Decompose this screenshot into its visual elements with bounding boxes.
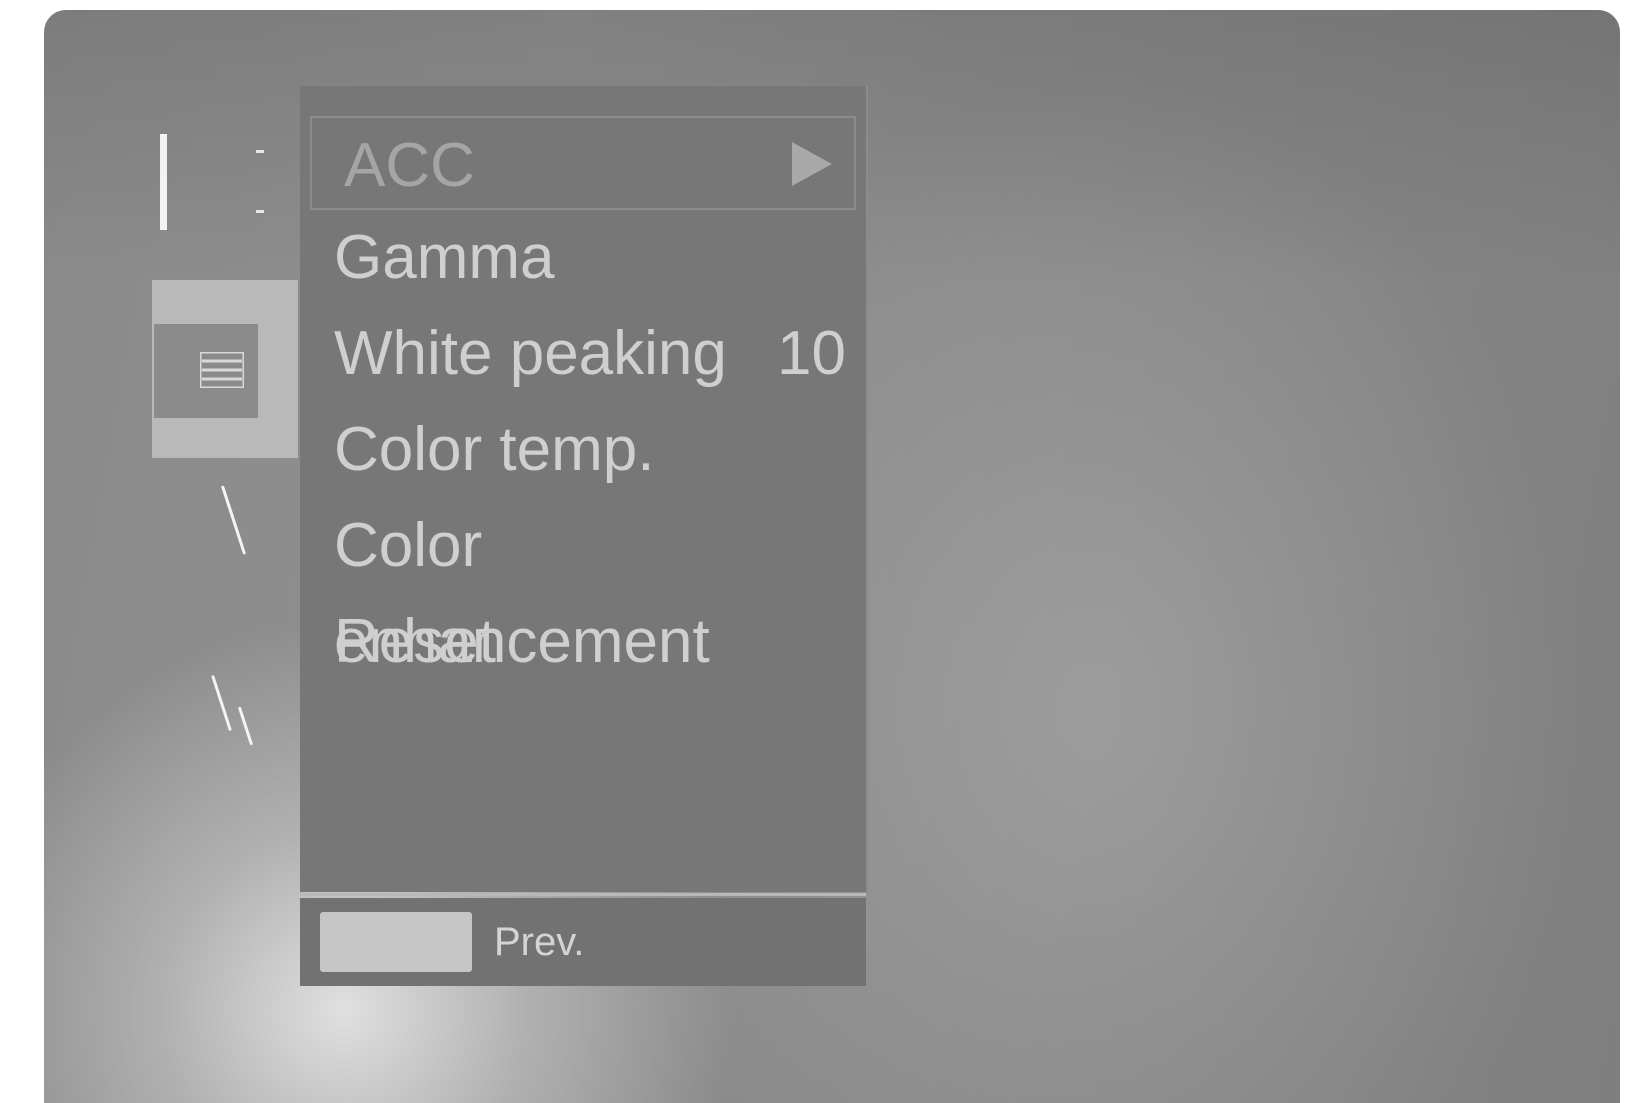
prev-button[interactable] xyxy=(320,912,472,972)
rail-indicator-bar xyxy=(160,134,167,230)
menu-item-reset[interactable]: Reset xyxy=(300,594,866,690)
decorative-mark xyxy=(211,674,232,732)
arrow-right-icon xyxy=(792,142,832,186)
prev-label: Prev. xyxy=(494,920,585,964)
decorative-mark xyxy=(237,706,254,746)
decorative-mark xyxy=(220,485,247,555)
menu-item-label: Gamma xyxy=(334,223,555,292)
menu-item-label: Reset xyxy=(334,607,496,676)
tv-osd-screen: ACC Gamma White peaking 10 Color temp. C… xyxy=(44,10,1620,1103)
menu-item-value: 10 xyxy=(777,319,846,388)
menu-list-icon[interactable] xyxy=(154,324,258,418)
picture-submenu: ACC Gamma White peaking 10 Color temp. C… xyxy=(300,86,868,892)
menu-item-color-enhancement[interactable]: Color enhancement xyxy=(300,498,866,676)
menu-item-gamma[interactable]: Gamma xyxy=(300,210,866,306)
menu-item-label: ACC xyxy=(344,131,475,200)
menu-item-white-peaking[interactable]: White peaking 10 xyxy=(300,306,866,402)
footer-divider xyxy=(300,893,866,896)
menu-item-acc[interactable]: ACC xyxy=(310,116,856,210)
menu-footer: Prev. xyxy=(300,898,866,986)
menu-item-color-temp[interactable]: Color temp. xyxy=(300,402,866,498)
rail-tick xyxy=(256,150,264,153)
menu-item-label: White peaking xyxy=(334,319,727,388)
menu-item-label: Color temp. xyxy=(334,415,655,484)
rail-tick xyxy=(256,210,264,213)
